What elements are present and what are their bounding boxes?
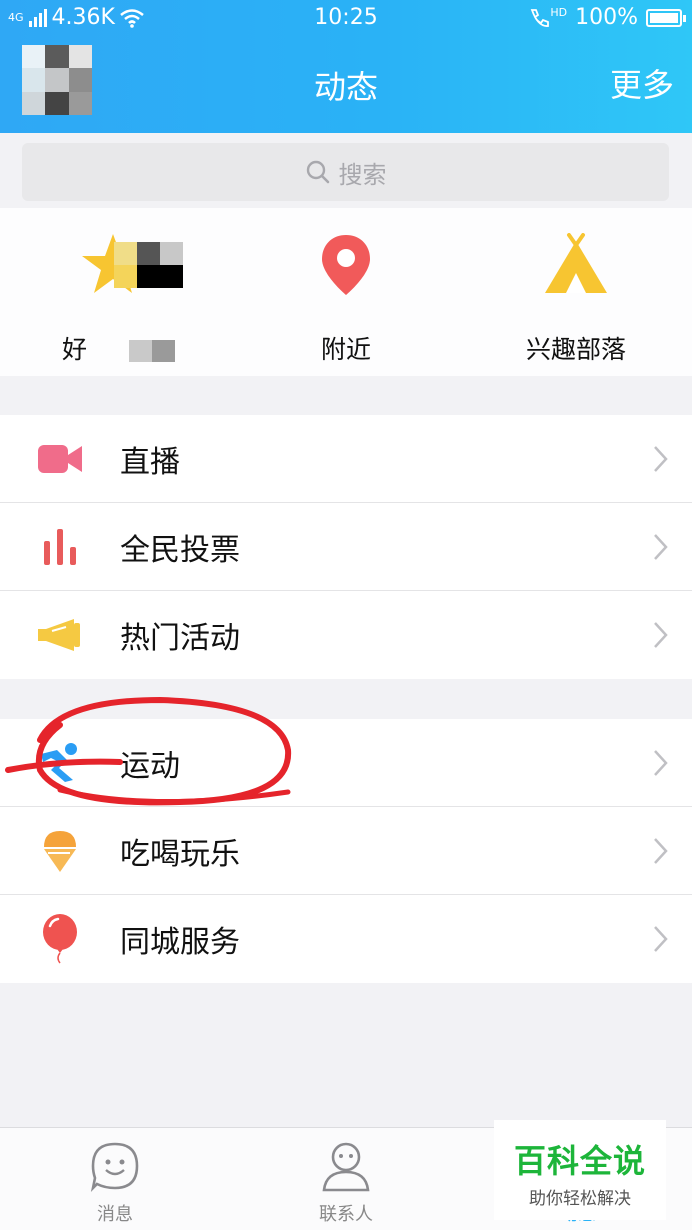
person-icon (322, 1142, 370, 1192)
hd-label: HD (550, 6, 568, 19)
shortcut-nearby-label: 附近 (320, 335, 371, 364)
header-bar: 4G 4.36K 10:25 HD 100% 动态 更多 (0, 0, 692, 133)
tent-icon (486, 230, 666, 300)
list-item-food-fun[interactable]: 吃喝玩乐 (0, 807, 692, 895)
list-item-sports[interactable]: 运动 (0, 719, 692, 807)
ice-cream-icon (34, 827, 86, 875)
bar-chart-icon (34, 523, 86, 571)
feature-list-2: 运动 吃喝玩乐 同城服务 (0, 719, 692, 983)
battery-icon (646, 8, 686, 27)
list-item-label: 直播 (120, 444, 180, 480)
list-item-vote[interactable]: 全民投票 (0, 503, 692, 591)
search-icon (306, 160, 329, 184)
watermark-subtitle: 助你轻松解决 (529, 1189, 631, 1209)
shortcut-interest-tribe[interactable]: 兴趣部落 (486, 230, 666, 366)
more-button[interactable]: 更多 (610, 60, 674, 106)
list-item-hot-events[interactable]: 热门活动 (0, 591, 692, 679)
list-item-label: 运动 (120, 748, 180, 784)
chevron-right-icon (654, 534, 668, 560)
page-title: 动态 (313, 68, 378, 106)
video-camera-icon (34, 435, 86, 483)
blurred-name (128, 340, 175, 362)
chevron-right-icon (654, 926, 668, 952)
feature-list-1: 直播 全民投票 热门活动 (0, 415, 692, 679)
shortcut-friends[interactable]: 好 (40, 230, 220, 366)
balloon-icon (34, 914, 86, 964)
tab-messages[interactable]: 消息 (55, 1140, 175, 1226)
phone-hd-icon (531, 8, 550, 27)
tab-contacts[interactable]: 联系人 (286, 1140, 406, 1226)
chevron-right-icon (654, 446, 668, 472)
tab-label: 联系人 (319, 1204, 373, 1225)
shortcut-interest-tribe-label: 兴趣部落 (525, 335, 626, 364)
shortcut-friends-label: 好 (62, 335, 88, 364)
shortcut-panel: 好 附近 兴趣部落 (0, 208, 692, 376)
chevron-right-icon (654, 750, 668, 776)
star-icon (40, 230, 220, 300)
status-bar: 4G 4.36K 10:25 HD 100% (0, 0, 692, 36)
list-item-city-service[interactable]: 同城服务 (0, 895, 692, 983)
chevron-right-icon (654, 838, 668, 864)
shortcut-nearby[interactable]: 附近 (256, 230, 436, 366)
search-input[interactable]: 搜索 (22, 143, 669, 201)
tab-label: 消息 (97, 1204, 133, 1225)
search-placeholder: 搜索 (338, 160, 387, 189)
battery-percent: 100% (575, 5, 638, 30)
chat-smile-icon (90, 1142, 139, 1192)
runner-icon (34, 739, 86, 787)
watermark-logo: 百科全说 助你轻松解决 (494, 1120, 666, 1220)
watermark-title: 百科全说 (513, 1142, 646, 1180)
list-item-label: 同城服务 (120, 925, 240, 960)
chevron-right-icon (654, 622, 668, 648)
list-item-label: 吃喝玩乐 (120, 836, 240, 872)
list-item-label: 热门活动 (120, 621, 240, 656)
megaphone-icon (34, 611, 86, 659)
status-right: HD 100% (528, 5, 686, 30)
location-pin-icon (256, 230, 436, 300)
list-item-label: 全民投票 (120, 532, 240, 568)
list-item-live[interactable]: 直播 (0, 415, 692, 503)
